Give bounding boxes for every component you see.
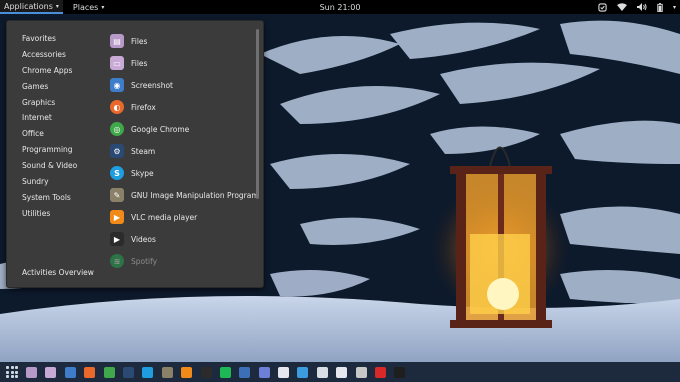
app-label: Spotify	[131, 256, 158, 266]
places-label: Places	[72, 2, 99, 12]
app-list: ▤ Files ▭ Files ◉ Screenshot ◐ Firefox ◎…	[110, 30, 259, 272]
app-label: Google Chrome	[131, 124, 190, 134]
app-label: Files	[131, 36, 148, 46]
videos-icon: ▶	[110, 232, 124, 246]
document-icon[interactable]	[278, 366, 290, 378]
app-item-vlc[interactable]: ▶ VLC media player	[110, 206, 255, 228]
lantern	[450, 146, 552, 328]
vlc-icon: ▶	[110, 210, 124, 224]
app-item-firefox[interactable]: ◐ Firefox	[110, 96, 255, 118]
firefox-icon: ◐	[110, 100, 124, 114]
category-utilities[interactable]: Utilities	[22, 206, 77, 222]
app-label: GNU Image Manipulation Program	[131, 190, 259, 200]
clock-label: Sun 21:00	[319, 2, 361, 12]
app-label: Steam	[131, 146, 156, 156]
app-label: Screenshot	[131, 80, 173, 90]
app-label: Skype	[131, 168, 154, 178]
gimp-icon[interactable]	[161, 366, 173, 378]
category-accessories[interactable]: Accessories	[22, 47, 77, 63]
top-bar: Applications ▾ Places ▾ Sun 21:00 ▾	[0, 0, 680, 14]
dock	[0, 362, 680, 382]
skype-icon[interactable]	[142, 366, 154, 378]
app-item-steam[interactable]: ⚙ Steam	[110, 140, 255, 162]
app-item-screenshot[interactable]: ◉ Screenshot	[110, 74, 255, 96]
notes-icon[interactable]	[258, 366, 270, 378]
app-list-scrollbar[interactable]	[256, 29, 259, 199]
wifi-icon[interactable]	[616, 3, 627, 11]
app-label: Videos	[131, 234, 156, 244]
gimp-icon: ✎	[110, 188, 124, 202]
activities-overview-link[interactable]: Activities Overview	[22, 268, 94, 277]
category-internet[interactable]: Internet	[22, 110, 77, 126]
tweaks-icon[interactable]	[375, 366, 387, 378]
dock-icons	[26, 366, 406, 378]
app-item-google-chrome[interactable]: ◎ Google Chrome	[110, 118, 255, 140]
app-item-gimp[interactable]: ✎ GNU Image Manipulation Program	[110, 184, 259, 206]
app-item-spotify[interactable]: ≋ Spotify	[110, 250, 255, 272]
app-item-files-2[interactable]: ▭ Files	[110, 52, 255, 74]
chevron-down-icon: ▾	[55, 2, 59, 10]
chevron-down-icon: ▾	[101, 3, 105, 11]
category-programming[interactable]: Programming	[22, 142, 77, 158]
category-favorites[interactable]: Favorites	[22, 31, 77, 47]
videos-icon[interactable]	[200, 366, 212, 378]
steam-icon: ⚙	[110, 144, 124, 158]
category-sound-video[interactable]: Sound & Video	[22, 158, 77, 174]
chrome-icon[interactable]	[103, 366, 115, 378]
category-sundry[interactable]: Sundry	[22, 174, 77, 190]
category-system-tools[interactable]: System Tools	[22, 190, 77, 206]
calendar-icon[interactable]	[336, 366, 348, 378]
chevron-down-icon[interactable]: ▾	[673, 4, 676, 11]
screenshot-icon[interactable]	[64, 366, 76, 378]
steam-icon[interactable]	[122, 366, 134, 378]
category-games[interactable]: Games	[22, 79, 77, 95]
category-office[interactable]: Office	[22, 126, 77, 142]
files-icon: ▤	[110, 34, 124, 48]
app-label: Firefox	[131, 102, 156, 112]
applications-label: Applications	[4, 1, 53, 11]
vlc-icon[interactable]	[181, 366, 193, 378]
firefox-icon[interactable]	[84, 366, 96, 378]
settings-icon[interactable]	[316, 366, 328, 378]
camera-icon: ◉	[110, 78, 124, 92]
disks-icon[interactable]	[355, 366, 367, 378]
system-tray[interactable]: ▾	[598, 0, 676, 14]
clock[interactable]: Sun 21:00	[320, 0, 361, 14]
app-item-videos[interactable]: ▶ Videos	[110, 228, 255, 250]
app-label: VLC media player	[131, 212, 198, 222]
files-icon[interactable]	[26, 366, 37, 378]
chrome-icon: ◎	[110, 122, 124, 136]
app-label: Files	[131, 58, 148, 68]
spotify-icon[interactable]	[219, 366, 231, 378]
category-chrome-apps[interactable]: Chrome Apps	[22, 63, 77, 79]
folder-icon[interactable]	[45, 366, 57, 378]
applications-menu: Favorites Accessories Chrome Apps Games …	[6, 20, 264, 288]
skype-icon: S	[110, 166, 124, 180]
app-item-skype[interactable]: S Skype	[110, 162, 255, 184]
battery-icon[interactable]	[657, 2, 663, 12]
image-viewer-icon[interactable]	[297, 366, 309, 378]
terminal-app-icon[interactable]	[239, 366, 251, 378]
folder-icon: ▭	[110, 56, 124, 70]
volume-icon[interactable]	[636, 3, 647, 11]
places-menu-button[interactable]: Places ▾	[69, 0, 108, 14]
applications-menu-button[interactable]: Applications ▾	[0, 0, 63, 14]
category-list: Favorites Accessories Chrome Apps Games …	[22, 31, 77, 222]
show-applications-icon[interactable]	[6, 366, 18, 378]
category-graphics[interactable]: Graphics	[22, 95, 77, 111]
screenshot-icon[interactable]	[598, 2, 607, 12]
app-item-files[interactable]: ▤ Files	[110, 30, 255, 52]
terminal-icon[interactable]	[394, 366, 406, 378]
spotify-icon: ≋	[110, 254, 124, 268]
